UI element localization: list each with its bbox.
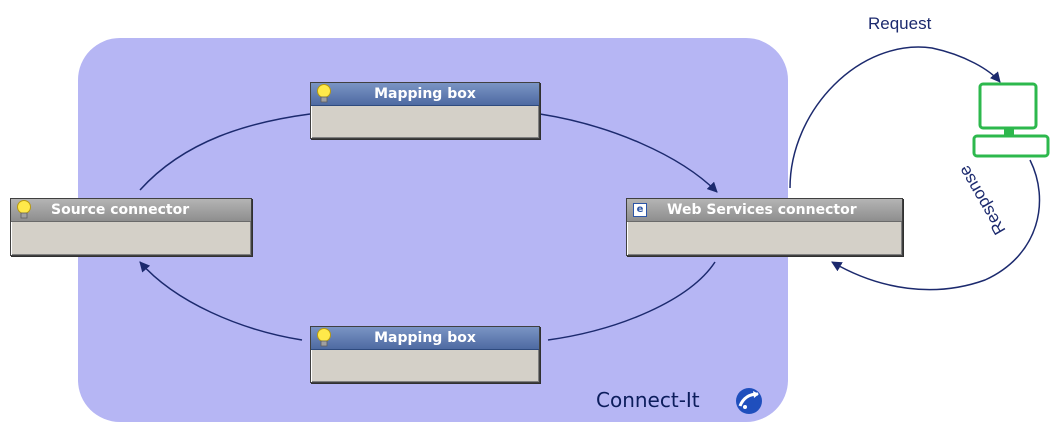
lightbulb-icon	[317, 84, 331, 103]
request-label: Request	[868, 14, 932, 33]
arrow-source-to-mapping-top	[139, 113, 311, 191]
web-services-icon: e	[633, 203, 647, 217]
web-services-connector-label: Web Services connector	[667, 202, 857, 218]
lightbulb-icon	[317, 328, 331, 347]
computer-icon[interactable]	[970, 82, 1052, 162]
brand-name: Connect-It	[596, 388, 700, 412]
arrow-mapping-bottom-to-source	[139, 261, 303, 341]
mapping-box-top[interactable]: Mapping box	[310, 82, 540, 139]
web-services-connector-box[interactable]: e Web Services connector	[626, 198, 903, 256]
lightbulb-icon	[17, 200, 31, 219]
mapping-box-top-title-bar: Mapping box	[311, 83, 539, 106]
mapping-box-bottom-title-bar: Mapping box	[311, 327, 539, 350]
mapping-box-bottom-label: Mapping box	[374, 330, 476, 346]
arrow-mapping-top-to-webservices	[539, 113, 718, 193]
connect-it-logo-icon	[736, 388, 762, 414]
mapping-box-bottom[interactable]: Mapping box	[310, 326, 540, 383]
source-connector-title-bar: Source connector	[11, 199, 251, 222]
web-services-connector-title-bar: e Web Services connector	[627, 199, 902, 222]
source-connector-box[interactable]: Source connector	[10, 198, 252, 256]
source-connector-label: Source connector	[51, 202, 190, 218]
arrow-webservices-to-mapping-bottom	[547, 261, 716, 341]
mapping-box-top-label: Mapping box	[374, 86, 476, 102]
